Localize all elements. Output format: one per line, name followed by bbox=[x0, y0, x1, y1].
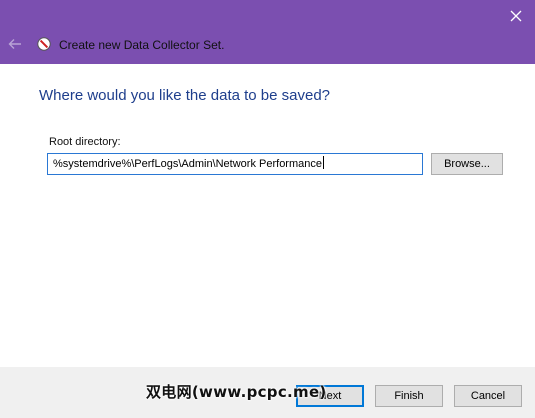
browse-button[interactable]: Browse... bbox=[431, 153, 503, 175]
text-caret bbox=[322, 156, 324, 169]
cancel-button[interactable]: Cancel bbox=[454, 385, 522, 407]
button-bar: Next Finish Cancel bbox=[0, 367, 535, 418]
close-button[interactable] bbox=[502, 4, 530, 28]
root-directory-label: Root directory: bbox=[49, 136, 121, 148]
dialog-window: Create new Data Collector Set. Where wou… bbox=[0, 0, 535, 418]
finish-button[interactable]: Finish bbox=[375, 385, 443, 407]
root-directory-input[interactable]: %systemdrive%\PerfLogs\Admin\Network Per… bbox=[47, 153, 423, 175]
page-heading: Where would you like the data to be save… bbox=[39, 87, 331, 104]
close-icon bbox=[510, 10, 522, 22]
data-collector-icon bbox=[37, 37, 51, 51]
back-button[interactable] bbox=[6, 35, 24, 53]
next-button[interactable]: Next bbox=[296, 385, 364, 407]
root-directory-value: %systemdrive%\PerfLogs\Admin\Network Per… bbox=[53, 158, 322, 170]
content-area: Where would you like the data to be save… bbox=[0, 64, 535, 367]
title-bar: Create new Data Collector Set. bbox=[0, 0, 535, 64]
back-arrow-icon bbox=[8, 39, 21, 49]
window-title: Create new Data Collector Set. bbox=[59, 38, 225, 52]
